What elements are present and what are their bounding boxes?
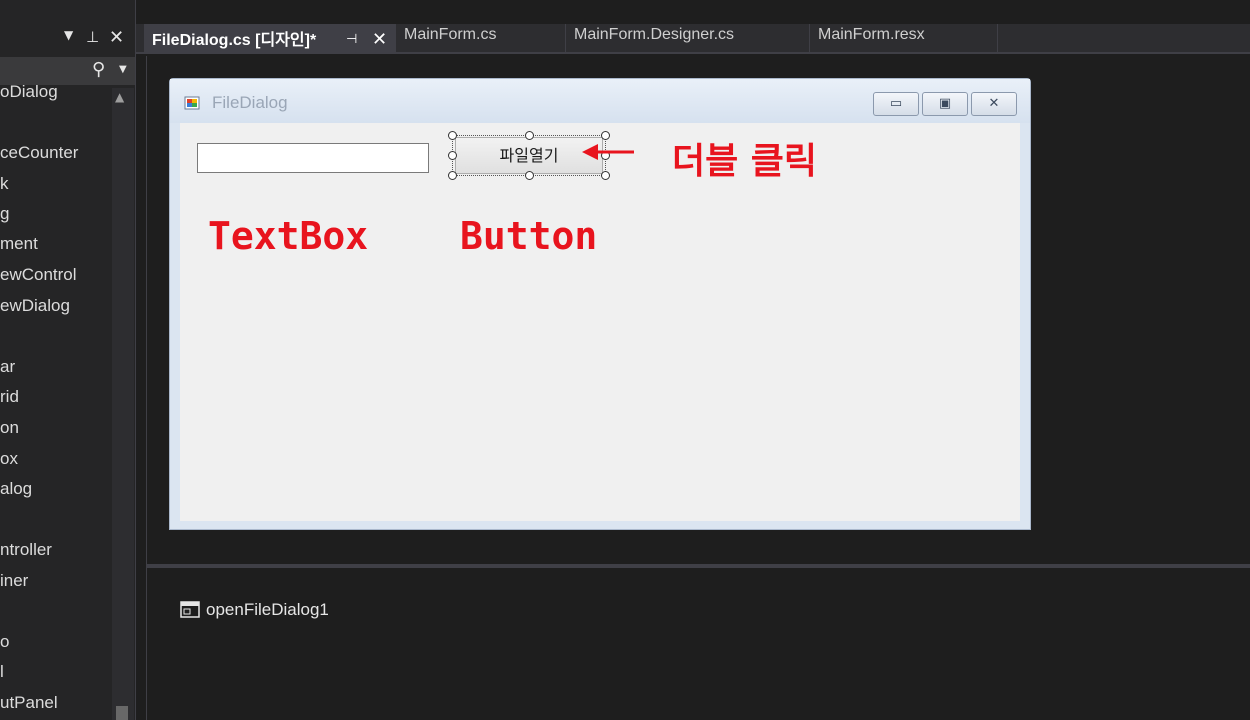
component-tray[interactable] xyxy=(146,568,1250,720)
toolbox-item[interactable]: k xyxy=(0,174,9,194)
maximize-icon[interactable]: ▣ xyxy=(922,92,968,116)
annotation-double-click: 더블 클릭 xyxy=(672,141,818,182)
form-client-area[interactable] xyxy=(180,123,1020,521)
toolbox-item[interactable]: alog xyxy=(0,479,32,499)
form-titlebar[interactable]: FileDialog ▭ ▣ ✕ xyxy=(170,79,1030,123)
minimize-icon[interactable]: ▭ xyxy=(873,92,919,116)
toolbox-item[interactable]: ar xyxy=(0,357,15,377)
annotation-arrow-icon xyxy=(582,144,634,160)
pin-icon[interactable]: ⊣ xyxy=(346,32,357,47)
resize-handle[interactable] xyxy=(448,131,457,140)
resize-handle[interactable] xyxy=(448,171,457,180)
toolbox-item[interactable]: ewDialog xyxy=(0,296,70,316)
textbox-control[interactable] xyxy=(197,143,429,173)
form-app-icon xyxy=(184,96,200,110)
toolbox-item[interactable]: g xyxy=(0,204,9,224)
scroll-up-icon[interactable]: ▲ xyxy=(115,90,124,104)
toolbox-item[interactable]: oDialog xyxy=(0,82,58,102)
scrollbar-thumb[interactable] xyxy=(116,706,128,720)
close-icon[interactable]: ✕ xyxy=(971,92,1017,116)
resize-handle[interactable] xyxy=(601,131,610,140)
resize-handle[interactable] xyxy=(525,171,534,180)
resize-handle[interactable] xyxy=(601,171,610,180)
toolbox-item[interactable]: on xyxy=(0,418,19,438)
toolbox-item[interactable]: utPanel xyxy=(0,693,58,713)
tab-label: FileDialog.cs [디자인]* xyxy=(152,32,317,49)
chevron-down-icon[interactable]: ▼ xyxy=(64,28,73,42)
dialog-component-icon xyxy=(180,601,200,618)
toolbox-item[interactable]: ntroller xyxy=(0,540,52,560)
toolbox-search-bar[interactable] xyxy=(0,57,135,85)
resize-handle[interactable] xyxy=(448,151,457,160)
annotation-textbox: TextBox xyxy=(208,214,369,258)
tab-label: MainForm.Designer.cs xyxy=(574,26,735,43)
chevron-down-icon[interactable]: ▼ xyxy=(119,64,127,75)
toolbox-scrollbar[interactable] xyxy=(112,88,134,720)
tab-mainform-resx[interactable]: MainForm.resx xyxy=(810,24,998,52)
tray-component-label: openFileDialog1 xyxy=(206,600,329,619)
search-icon[interactable]: ⚲ xyxy=(92,59,105,80)
toolbox-item[interactable]: ox xyxy=(0,449,18,469)
tab-filedialog-design[interactable]: FileDialog.cs [디자인]* xyxy=(144,24,396,52)
tab-mainform-designer[interactable]: MainForm.Designer.cs xyxy=(566,24,810,52)
toolbox-item[interactable]: ment xyxy=(0,234,38,254)
toolbox-item[interactable]: rid xyxy=(0,387,19,407)
tab-mainform-cs[interactable]: MainForm.cs xyxy=(396,24,566,52)
toolbox-item[interactable]: ceCounter xyxy=(0,143,78,163)
close-icon[interactable]: ✕ xyxy=(372,29,387,50)
close-icon[interactable]: ✕ xyxy=(109,27,124,48)
tab-label: MainForm.cs xyxy=(404,26,497,43)
annotation-button: Button xyxy=(460,214,598,258)
toolbox-item[interactable]: l xyxy=(0,662,4,682)
pin-icon[interactable]: ⊥ xyxy=(86,28,99,46)
toolbox-item[interactable]: ewControl xyxy=(0,265,77,285)
form-title: FileDialog xyxy=(212,93,288,112)
resize-handle[interactable] xyxy=(525,131,534,140)
toolbox-item[interactable]: o xyxy=(0,632,9,652)
tab-label: MainForm.resx xyxy=(818,26,925,43)
toolbox-panel: ▼ ⊥ ✕ ⚲ ▼ ▲ oDialog ceCounter k g ment e… xyxy=(0,0,136,720)
tab-underline xyxy=(136,52,1250,54)
toolbox-item[interactable]: iner xyxy=(0,571,28,591)
